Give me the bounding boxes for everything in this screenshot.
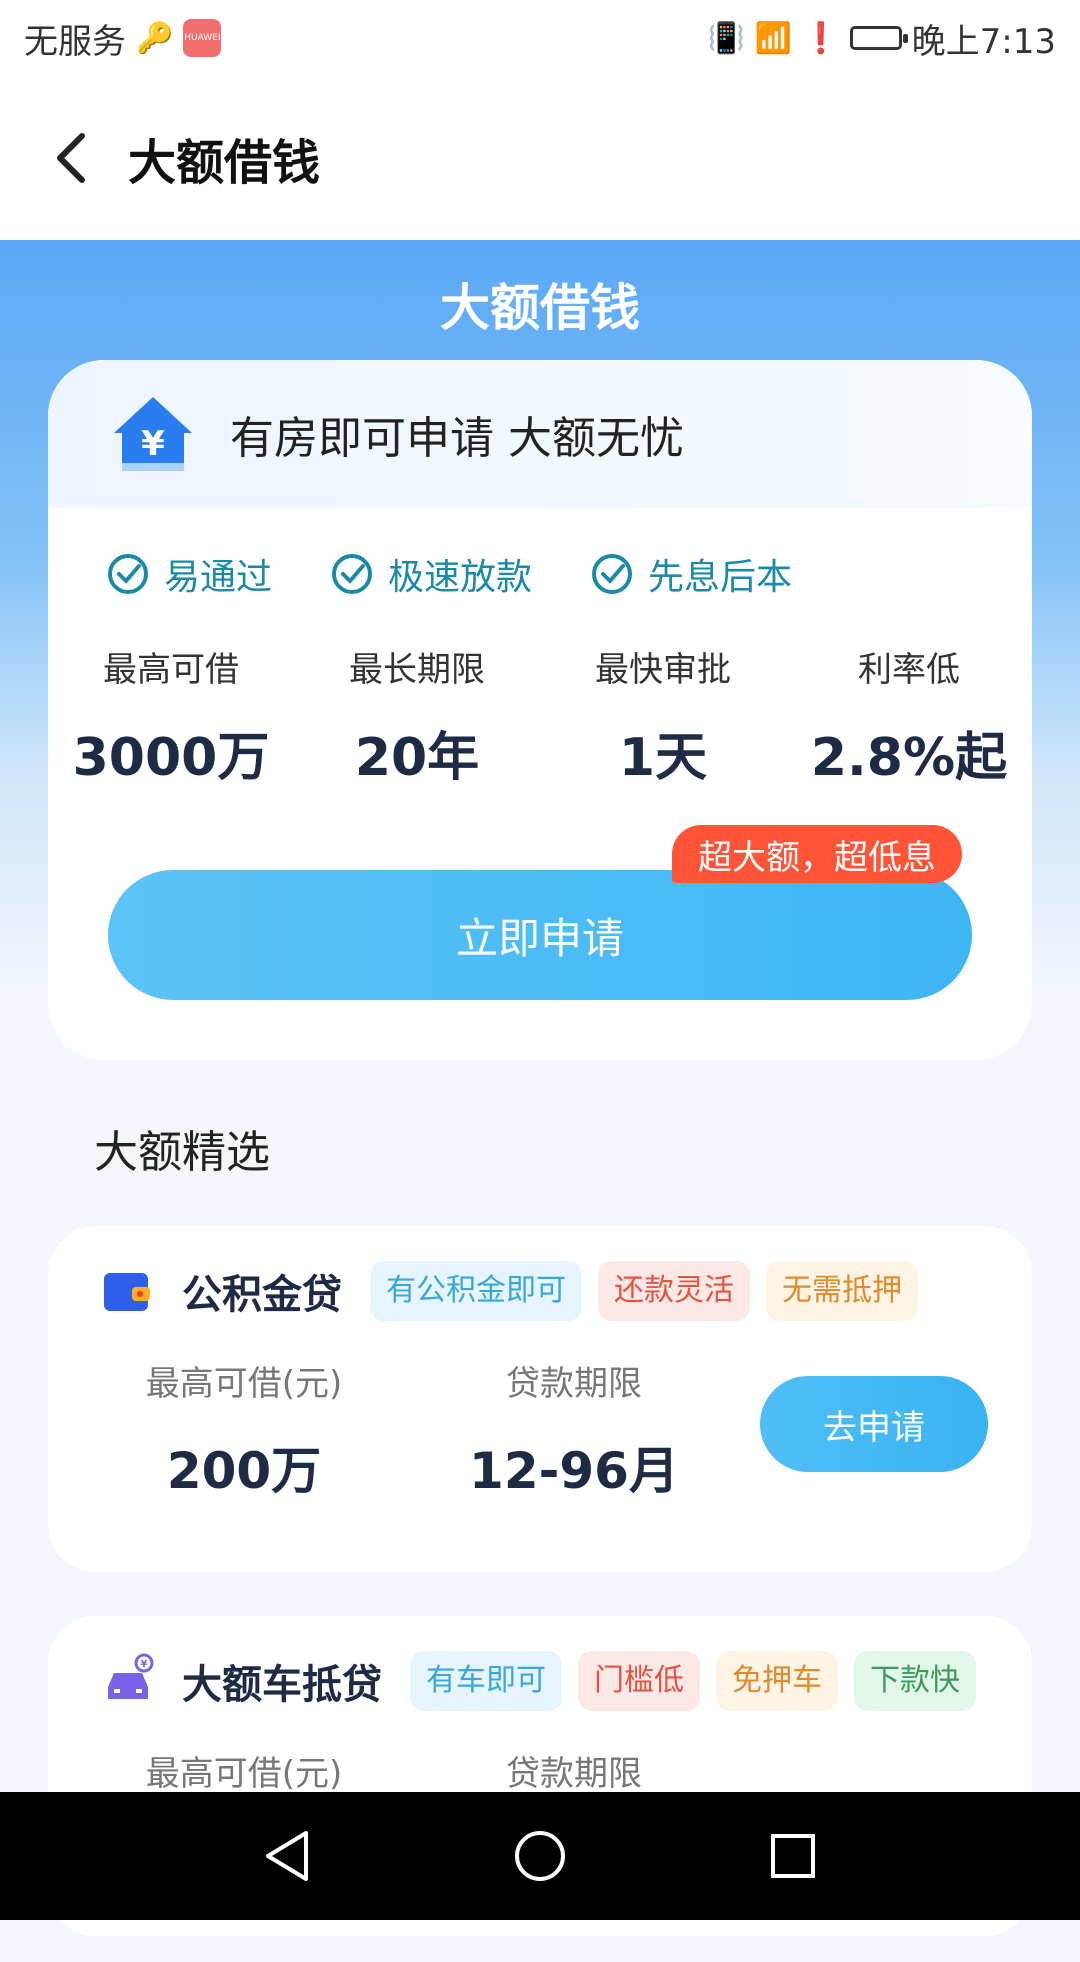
product-tag: 有公积金即可: [370, 1261, 582, 1321]
product-tag: 免押车: [716, 1651, 838, 1711]
product-name: 大额车抵贷: [182, 1662, 382, 1708]
feature-label: 易通过: [164, 557, 273, 598]
nav-bar: 大额借钱: [0, 76, 1080, 240]
product-body: 最高可借(元) 200万 贷款期限 12-96月 去申请: [48, 1356, 1032, 1572]
wallet-icon: [104, 1273, 150, 1311]
card-header-text: 有房即可申请 大额无忧: [230, 413, 684, 464]
stat-value: 1天: [618, 728, 708, 788]
back-triangle-icon[interactable]: [257, 1826, 317, 1886]
feature-label: 先息后本: [648, 557, 793, 598]
feature-item: 极速放款: [330, 548, 532, 600]
product-header: ¥ 大额车抵贷 有车即可 门槛低 免押车 下款快: [48, 1616, 1032, 1746]
stat-label: 最高可借: [103, 650, 239, 690]
go-apply-button[interactable]: 去申请: [760, 1376, 988, 1472]
term-label: 贷款期限: [506, 1754, 642, 1794]
home-circle-icon[interactable]: [510, 1826, 570, 1886]
stat-label: 最长期限: [349, 650, 485, 690]
check-circle-icon: [592, 554, 633, 594]
term-label: 贷款期限: [506, 1364, 642, 1404]
back-icon[interactable]: [42, 130, 98, 186]
check-circle-icon: [108, 554, 148, 594]
clock-text: 晚上7:13: [911, 21, 1056, 62]
wifi-icon: 📶: [754, 20, 793, 56]
check-circle-icon: [332, 554, 373, 594]
promo-badge: 超大额，超低息: [672, 825, 962, 883]
amount-value: 200万: [166, 1442, 322, 1500]
stat-value: 3000万: [72, 728, 270, 788]
stat-low-rate: 利率低 2.8%起: [786, 642, 1032, 790]
car-yuan-icon: ¥: [108, 1653, 154, 1699]
key-icon: 🔑: [136, 20, 174, 56]
battery-icon: [849, 26, 908, 50]
alert-icon: ❗: [802, 20, 840, 56]
stat-label: 最快审批: [595, 650, 731, 690]
system-nav-bar: [0, 1792, 1080, 1920]
product-tag: 无需抵押: [766, 1261, 918, 1321]
vibrate-icon: 📳: [707, 20, 745, 56]
svg-text:¥: ¥: [141, 424, 165, 464]
amount-column: 最高可借(元): [94, 1746, 394, 1795]
term-column: 贷款期限: [424, 1746, 724, 1795]
product-header: 公积金贷 有公积金即可 还款灵活 无需抵押: [48, 1226, 1032, 1356]
stat-label: 利率低: [858, 650, 960, 690]
stat-fastest-approval: 最快审批 1天: [540, 642, 786, 790]
amount-column: 最高可借(元) 200万: [94, 1356, 394, 1503]
status-bar: 无服务 🔑 HUAWEI 📳 📶 ❗ 晚上7:13: [0, 0, 1080, 76]
feature-label: 极速放款: [388, 557, 533, 598]
carrier-text: 无服务: [24, 21, 126, 62]
product-tag: 下款快: [854, 1651, 976, 1711]
product-tag: 门槛低: [578, 1651, 700, 1711]
hero-title: 大额借钱: [440, 279, 640, 337]
page-title: 大额借钱: [128, 135, 321, 191]
card-header: ¥ 有房即可申请 大额无忧: [48, 360, 1032, 508]
apply-now-button[interactable]: 立即申请: [108, 870, 972, 1000]
stats-row: 最高可借 3000万 最长期限 20年 最快审批 1天 利率低 2.8%起: [48, 642, 1032, 790]
amount-label: 最高可借(元): [145, 1754, 343, 1794]
product-name: 公积金贷: [182, 1272, 342, 1318]
product-card-housing-fund[interactable]: 公积金贷 有公积金即可 还款灵活 无需抵押 最高可借(元) 200万 贷款期限 …: [48, 1226, 1032, 1572]
term-column: 贷款期限 12-96月: [424, 1356, 724, 1503]
feature-list: 易通过 极速放款 先息后本: [48, 548, 1032, 600]
product-tag: 还款灵活: [598, 1261, 750, 1321]
feature-item: 先息后本: [590, 548, 792, 600]
recents-square-icon[interactable]: [763, 1826, 823, 1886]
product-tag: 有车即可: [410, 1651, 562, 1711]
stat-max-amount: 最高可借 3000万: [48, 642, 294, 790]
term-value: 12-96月: [469, 1442, 679, 1500]
status-left: 无服务 🔑 HUAWEI: [24, 14, 222, 63]
feature-item: 易通过: [106, 548, 272, 600]
stat-max-term: 最长期限 20年: [294, 642, 540, 790]
huawei-app-icon: HUAWEI: [183, 19, 222, 57]
amount-label: 最高可借(元): [145, 1364, 343, 1404]
main-loan-card: ¥ 有房即可申请 大额无忧 易通过 极速放款 先息后本 最高可借 3000万 最…: [48, 360, 1032, 1060]
svg-text:¥: ¥: [141, 1659, 148, 1670]
stat-value: 20年: [354, 728, 480, 788]
stat-value: 2.8%起: [810, 728, 1008, 788]
house-yuan-icon: ¥: [114, 397, 192, 471]
status-right: 📳 📶 ❗ 晚上7:13: [708, 14, 1056, 63]
section-title: 大额精选: [94, 1127, 270, 1178]
